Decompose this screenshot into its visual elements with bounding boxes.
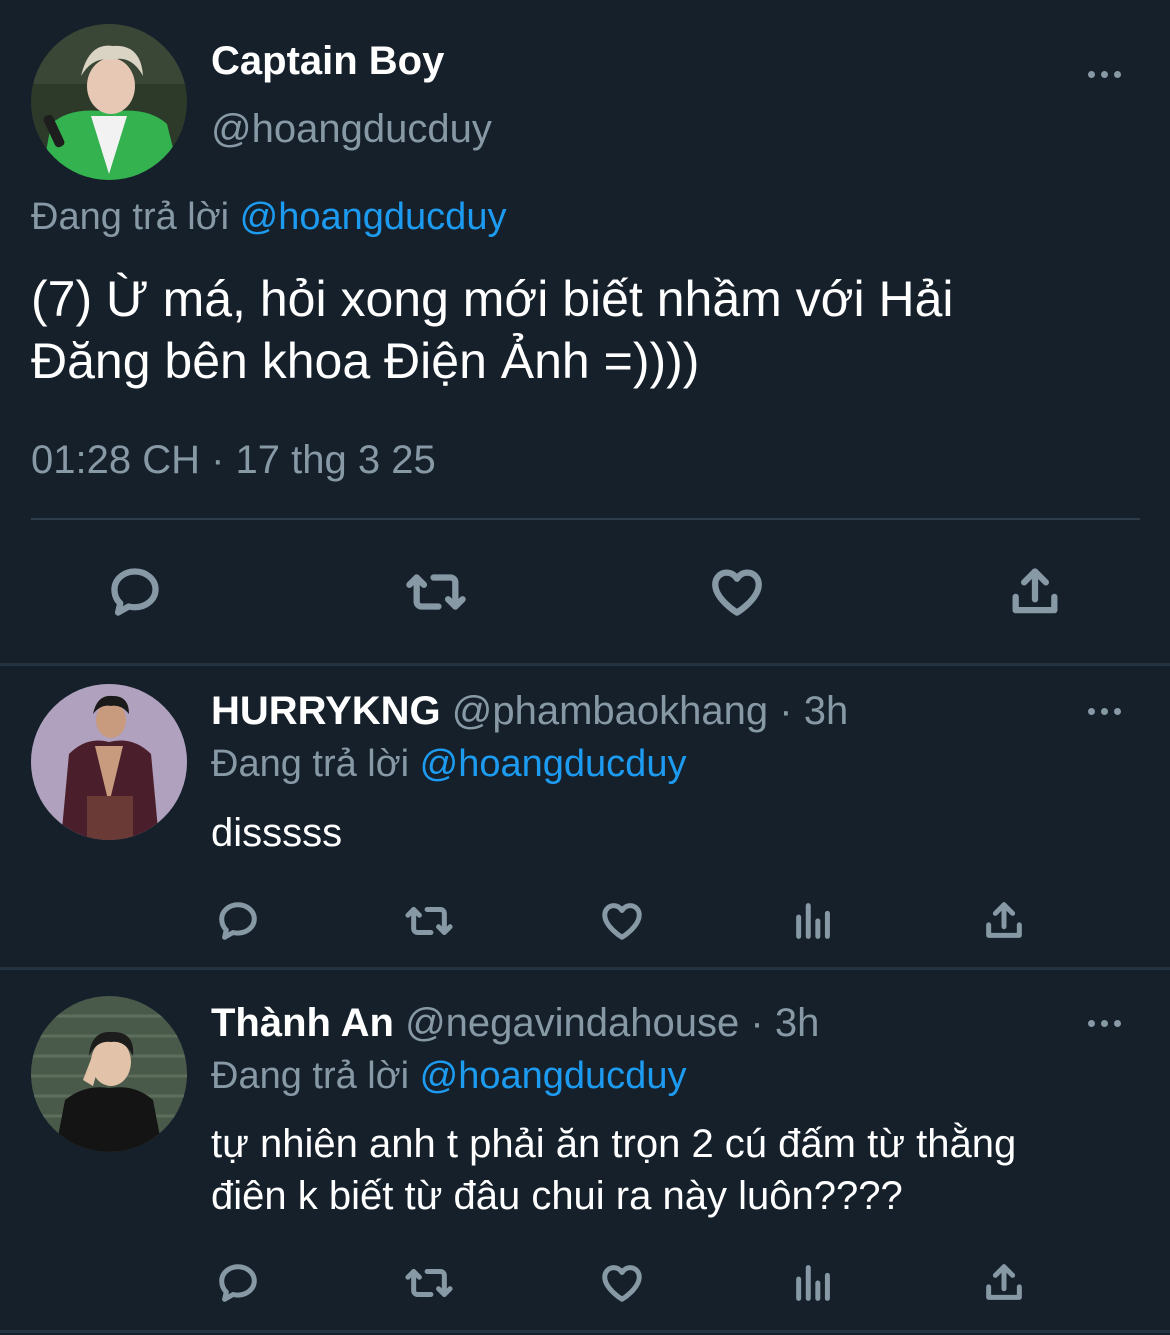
author-name[interactable]: Captain Boy — [211, 38, 444, 84]
section-divider — [0, 1330, 1170, 1333]
heart-icon — [602, 903, 642, 940]
replying-label: Đang trả lời — [31, 196, 230, 238]
more-icon — [1088, 1020, 1095, 1027]
retweet-button[interactable] — [398, 896, 460, 946]
tweet-timestamp[interactable]: 01:28 CH · 17 thg 3 25 — [31, 436, 436, 484]
replying-to-line: Đang trả lời @hoangducduy — [211, 741, 686, 787]
retweet-icon — [405, 1269, 453, 1297]
reply-header: Thành An @negavindahouse · 3h — [211, 1000, 819, 1046]
share-icon — [986, 1264, 1022, 1300]
reply-icon — [219, 1264, 257, 1302]
reply-text: disssss — [211, 808, 342, 858]
more-options-button[interactable] — [1088, 708, 1121, 715]
avatar-image — [31, 996, 187, 1152]
more-icon — [1088, 708, 1095, 715]
reply-author-handle[interactable]: @phambaokhang — [452, 689, 768, 733]
more-options-button[interactable] — [1088, 71, 1121, 78]
author-avatar[interactable] — [31, 24, 187, 180]
views-icon — [796, 903, 830, 939]
replying-to-link[interactable]: @hoangducduy — [240, 196, 507, 238]
share-button[interactable] — [1000, 560, 1070, 624]
reply-time[interactable]: · 3h — [779, 689, 848, 733]
retweet-icon — [405, 907, 453, 935]
reply-icon — [219, 902, 257, 940]
reply-button[interactable] — [210, 896, 266, 946]
timestamp-divider — [31, 518, 1140, 520]
like-button[interactable] — [594, 896, 650, 946]
reply-author-name[interactable]: HURRYKNG — [211, 689, 441, 733]
section-divider — [0, 967, 1170, 970]
share-button[interactable] — [976, 1258, 1032, 1308]
like-button[interactable] — [594, 1258, 650, 1308]
reply-text: tự nhiên anh t phải ăn trọn 2 cú đấm từ … — [211, 1118, 1016, 1222]
retweet-button[interactable] — [398, 1258, 460, 1308]
reply-text-line: disssss — [211, 811, 343, 855]
tweet-text-line: Đăng bên khoa Điện Ảnh =)))) — [31, 333, 700, 389]
retweet-button[interactable] — [398, 560, 474, 624]
reply-icon — [111, 568, 159, 616]
reply-author-name[interactable]: Thành An — [211, 1001, 394, 1045]
share-icon — [986, 902, 1022, 938]
replying-to-link[interactable]: @hoangducduy — [420, 743, 687, 785]
views-button[interactable] — [786, 1258, 842, 1308]
views-button[interactable] — [786, 896, 842, 946]
reply-avatar[interactable] — [31, 996, 187, 1152]
tweet-text-line: (7) Ừ má, hỏi xong mới biết nhầm với Hải — [31, 271, 954, 327]
replying-label: Đang trả lời — [211, 1055, 410, 1097]
heart-icon — [712, 569, 762, 616]
like-button[interactable] — [702, 560, 772, 624]
heart-icon — [602, 1265, 642, 1302]
reply-time[interactable]: · 3h — [750, 1001, 819, 1045]
reply-text-line: tự nhiên anh t phải ăn trọn 2 cú đấm từ … — [211, 1122, 1017, 1166]
retweet-icon — [406, 574, 466, 610]
reply-avatar[interactable] — [31, 684, 187, 840]
reply-header: HURRYKNG @phambaokhang · 3h — [211, 688, 848, 734]
avatar-image — [31, 684, 187, 840]
author-handle[interactable]: @hoangducduy — [211, 106, 492, 152]
views-icon — [796, 1265, 830, 1301]
reply-button[interactable] — [100, 560, 170, 624]
section-divider — [0, 663, 1170, 666]
reply-author-handle[interactable]: @negavindahouse — [405, 1001, 739, 1045]
replying-to-line: Đang trả lời @hoangducduy — [31, 194, 506, 240]
more-options-button[interactable] — [1088, 1020, 1121, 1027]
replying-to-line: Đang trả lời @hoangducduy — [211, 1053, 686, 1099]
replying-label: Đang trả lời — [211, 743, 410, 785]
share-button[interactable] — [976, 896, 1032, 946]
reply-text-line: điên k biết từ đâu chui ra này luôn???? — [211, 1174, 903, 1218]
reply-button[interactable] — [210, 1258, 266, 1308]
replying-to-link[interactable]: @hoangducduy — [420, 1055, 687, 1097]
tweet-text: (7) Ừ má, hỏi xong mới biết nhầm với Hải… — [31, 268, 954, 392]
share-icon — [1012, 568, 1058, 614]
avatar-image — [31, 24, 187, 180]
more-icon — [1088, 71, 1095, 78]
